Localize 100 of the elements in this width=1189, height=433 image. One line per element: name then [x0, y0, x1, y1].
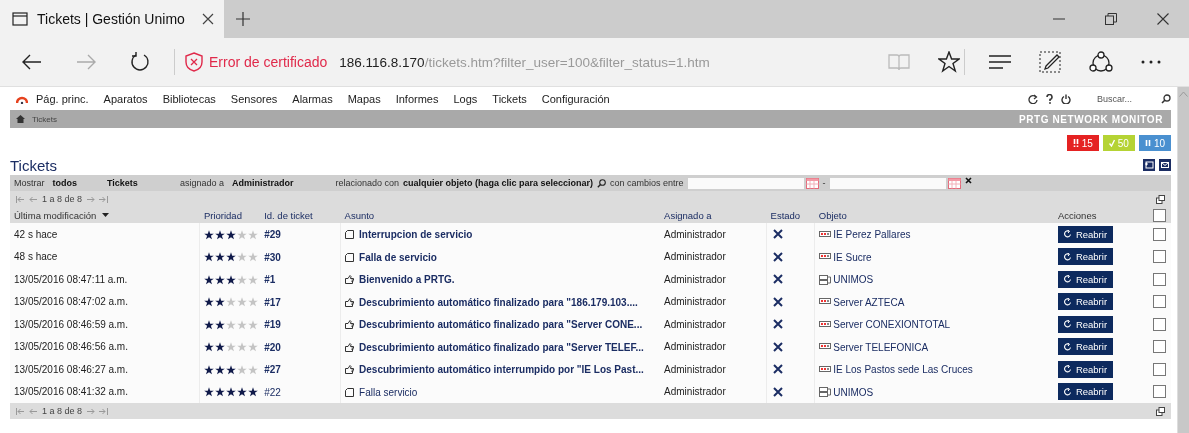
date-field[interactable]: [687, 177, 804, 189]
more-icon[interactable]: [1141, 60, 1161, 64]
power-icon[interactable]: [1061, 94, 1071, 104]
star-icon: [204, 229, 215, 240]
search-icon[interactable]: [597, 178, 607, 188]
priority-stars[interactable]: [204, 252, 259, 263]
ticket-link[interactable]: #29: [264, 229, 281, 241]
dropdown[interactable]: Administrador: [231, 178, 294, 188]
ticket-link[interactable]: Bienvenido a PRTG.: [359, 274, 455, 286]
checkbox[interactable]: [1152, 250, 1166, 264]
checkbox[interactable]: [1152, 227, 1166, 241]
priority-stars[interactable]: [204, 342, 259, 353]
nav-link[interactable]: Mapas: [347, 93, 381, 105]
priority-stars[interactable]: [204, 364, 259, 375]
sort-caret-icon[interactable]: [102, 213, 110, 218]
column-header[interactable]: Asunto: [344, 210, 375, 221]
nav-link[interactable]: Informes: [395, 93, 439, 105]
nav-link[interactable]: Tickets: [492, 93, 527, 105]
dropdown[interactable]: Tickets: [107, 178, 138, 188]
checkbox[interactable]: [1152, 295, 1166, 309]
nav-link[interactable]: Sensores: [230, 93, 278, 105]
popout-icon[interactable]: [1156, 406, 1165, 416]
dropdown[interactable]: todos: [52, 178, 77, 188]
clear-icon[interactable]: [964, 176, 972, 184]
reopen-button[interactable]: Reabrir: [1057, 315, 1113, 333]
star-icon: [215, 364, 226, 375]
scrollbar[interactable]: [1177, 87, 1189, 433]
home-icon[interactable]: [16, 115, 25, 123]
nav-link[interactable]: Alarmas: [292, 93, 333, 105]
checkbox[interactable]: [1152, 385, 1166, 399]
reopen-button[interactable]: Reabrir: [1057, 360, 1113, 378]
help-icon[interactable]: [1046, 94, 1053, 104]
ticket-link[interactable]: #1: [264, 274, 276, 286]
reopen-button[interactable]: Reabrir: [1057, 338, 1113, 356]
priority-stars[interactable]: [204, 297, 259, 308]
checkbox[interactable]: [1152, 340, 1166, 354]
nav-link[interactable]: Pág. princ.: [36, 93, 89, 105]
nav-link[interactable]: Configuración: [541, 93, 610, 105]
reopen-button[interactable]: Reabrir: [1057, 270, 1113, 288]
column-header[interactable]: Objeto: [818, 210, 847, 221]
star-icon[interactable]: [938, 51, 960, 73]
star-icon: [237, 274, 248, 285]
share-icon[interactable]: [1089, 51, 1113, 73]
add-ticket-icon[interactable]: [1143, 159, 1155, 171]
checkbox[interactable]: [1152, 317, 1166, 331]
refresh-icon[interactable]: [130, 52, 150, 72]
back-icon[interactable]: [22, 54, 42, 70]
date-field[interactable]: [829, 177, 946, 189]
reopen-icon: [1063, 252, 1072, 261]
priority-stars[interactable]: [204, 229, 259, 240]
filter-label: relacionado con: [335, 178, 399, 188]
address-field[interactable]: 186.116.8.170/tickets.htm?filter_user=100&filter_status=1.htm: [339, 54, 874, 70]
ticket-link[interactable]: #30: [264, 251, 281, 263]
nav-link[interactable]: Bibliotecas: [162, 93, 216, 105]
browser-tab[interactable]: Tickets | Gestión Unimo: [0, 0, 224, 38]
nav-link[interactable]: Aparatos: [103, 93, 148, 105]
object-selector[interactable]: cualquier objeto (haga clic para seleccionar): [403, 178, 594, 188]
object-link[interactable]: UNIMOS: [833, 386, 874, 398]
checkbox[interactable]: [1152, 362, 1166, 376]
priority-stars[interactable]: [204, 319, 259, 330]
object-link[interactable]: IE Perez Pallares: [833, 229, 911, 241]
reopen-button[interactable]: Reabrir: [1057, 225, 1113, 243]
certificate-warning[interactable]: Error de certificado: [209, 54, 328, 70]
ticket-link[interactable]: #19: [264, 319, 281, 331]
popout-icon[interactable]: [1156, 194, 1165, 204]
refresh-icon[interactable]: [1028, 94, 1038, 104]
object-link[interactable]: UNIMOS: [833, 274, 874, 286]
calendar-icon[interactable]: [805, 177, 819, 189]
pause-icon: [1144, 139, 1151, 147]
pen-icon[interactable]: [1039, 51, 1061, 73]
ticket-link[interactable]: #22: [264, 386, 281, 398]
ticket-link[interactable]: Falla de servicio: [359, 251, 437, 263]
priority-stars[interactable]: [204, 387, 259, 398]
close-icon[interactable]: [1157, 13, 1169, 25]
object-link[interactable]: Server AZTECA: [833, 296, 905, 308]
ticket-link[interactable]: Falla servicio: [359, 386, 418, 398]
status-badge[interactable]: 15: [1066, 135, 1099, 151]
shield-icon[interactable]: [185, 52, 203, 72]
hand-icon: [345, 365, 355, 375]
breadcrumb-link[interactable]: Tickets: [32, 114, 58, 124]
reopen-button[interactable]: Reabrir: [1057, 248, 1113, 266]
ticket-link[interactable]: #17: [264, 296, 281, 308]
ticket-link[interactable]: Interrupcion de servicio: [359, 229, 473, 241]
checkbox[interactable]: [1152, 208, 1166, 222]
plus-icon[interactable]: [236, 12, 250, 26]
reopen-button[interactable]: Reabrir: [1057, 293, 1113, 311]
star-icon: [204, 274, 215, 285]
priority-stars[interactable]: [204, 274, 259, 285]
menu-icon[interactable]: [989, 55, 1011, 69]
nav-link[interactable]: Logs: [453, 93, 478, 105]
ticket-link[interactable]: #27: [264, 364, 281, 376]
checkbox[interactable]: [1152, 272, 1166, 286]
mail-icon[interactable]: [1159, 159, 1171, 171]
logo-icon[interactable]: [16, 94, 28, 104]
ticket-link[interactable]: #20: [264, 341, 281, 353]
search-icon[interactable]: [1161, 94, 1171, 104]
object-link[interactable]: IE Sucre: [833, 251, 872, 263]
close-icon[interactable]: [202, 13, 214, 25]
reopen-button[interactable]: Reabrir: [1057, 383, 1113, 401]
restore-icon[interactable]: [1105, 13, 1117, 25]
